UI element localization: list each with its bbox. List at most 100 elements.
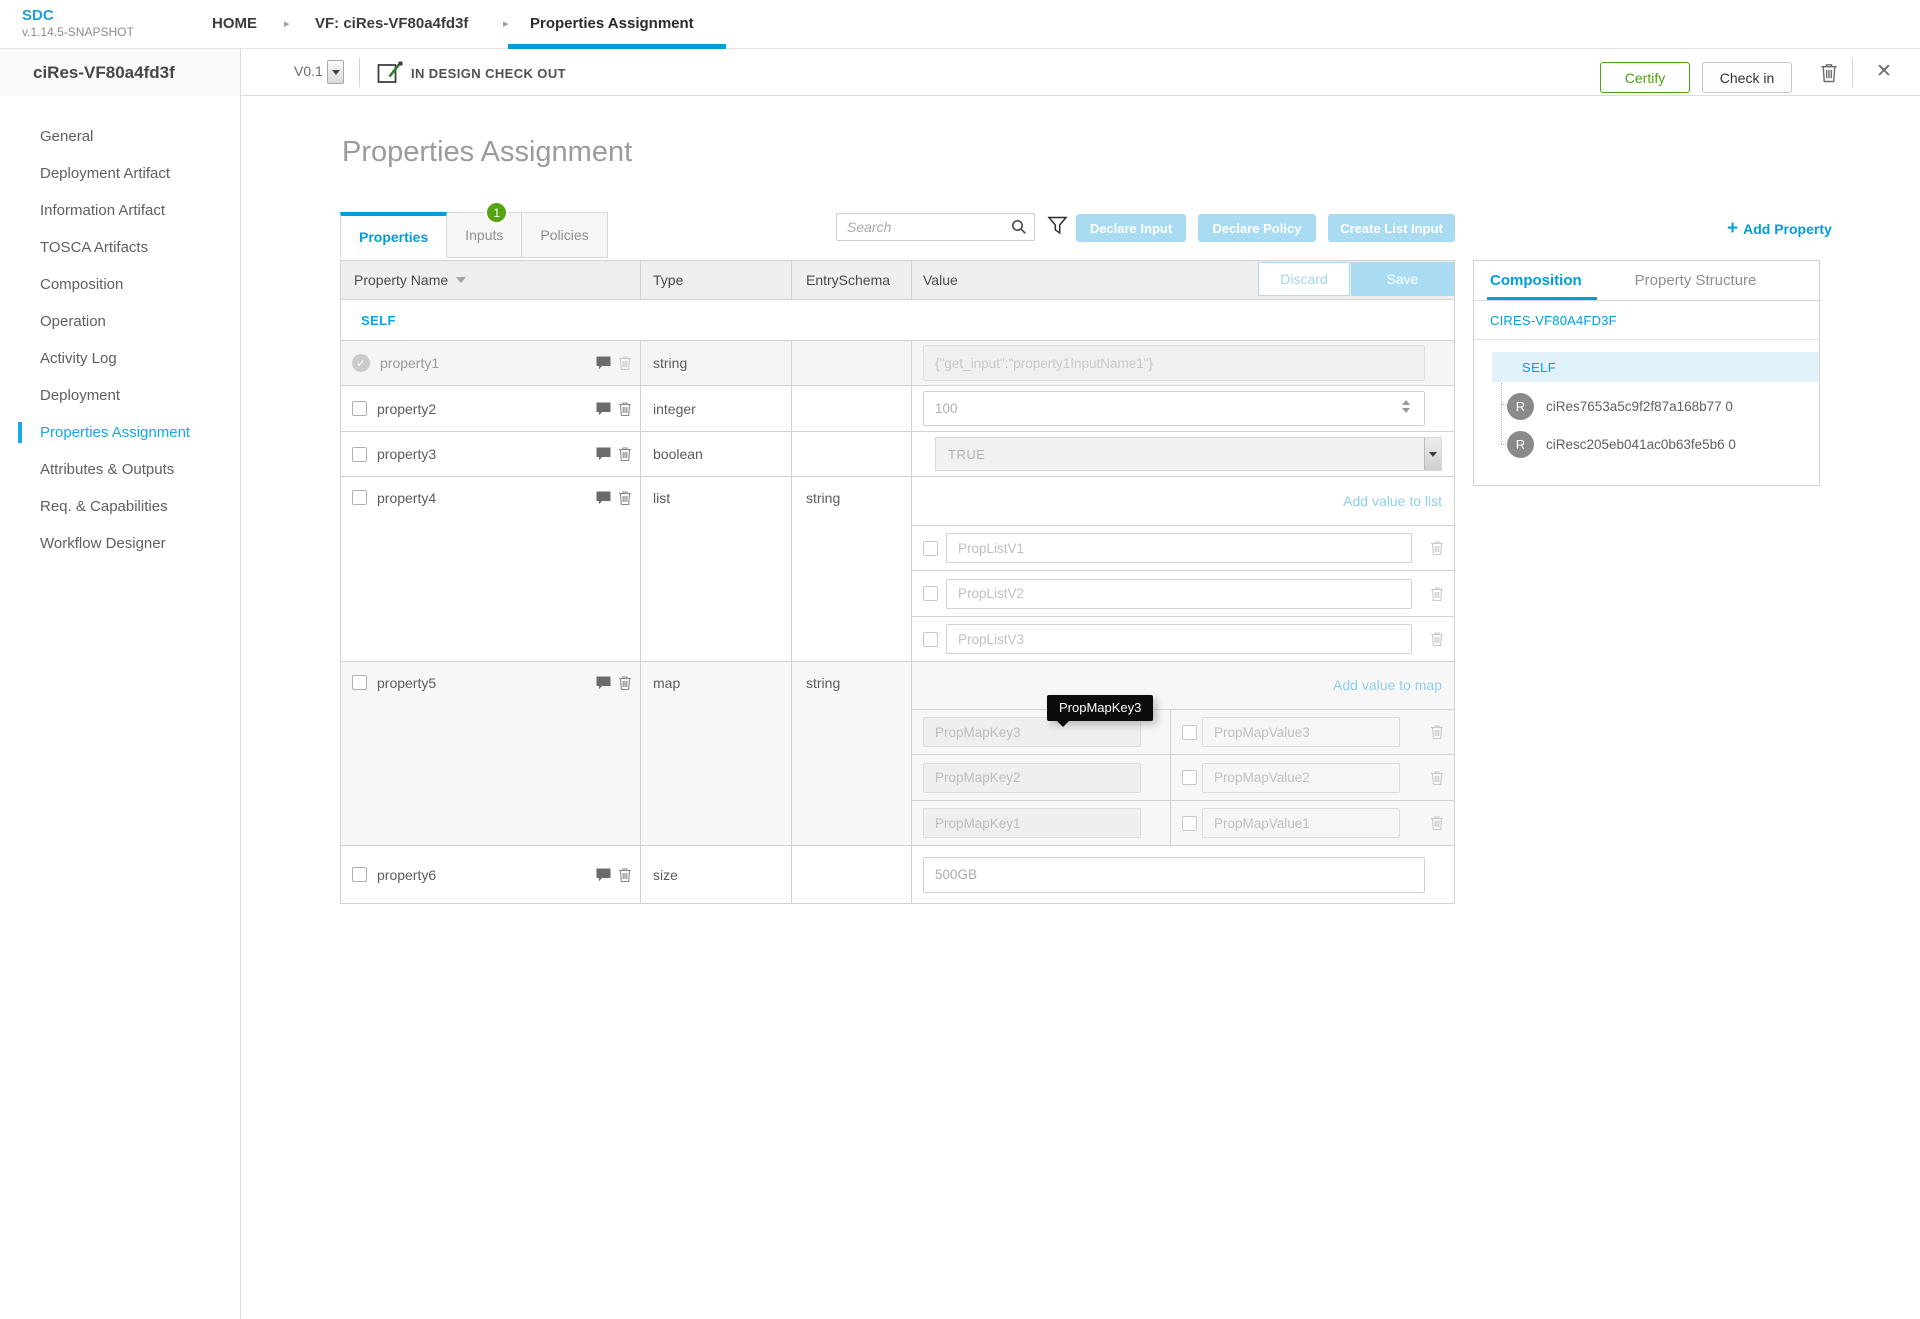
map-key-input[interactable]	[923, 717, 1141, 747]
sidebar-item-activity-log[interactable]: Activity Log	[0, 340, 240, 377]
save-button[interactable]: Save	[1351, 262, 1454, 296]
comment-icon[interactable]	[596, 491, 611, 505]
composition-panel: Composition Property Structure CIRES-VF8…	[1473, 260, 1820, 486]
sidebar-item-workflow-designer[interactable]: Workflow Designer	[0, 525, 240, 562]
self-group-row: SELF	[341, 299, 1454, 340]
sidebar-item-req-capabilities[interactable]: Req. & Capabilities	[0, 488, 240, 525]
entity-header: ciRes-VF80a4fd3f	[0, 49, 241, 96]
list-item-input[interactable]	[946, 533, 1412, 563]
tab-property-structure[interactable]: Property Structure	[1635, 272, 1757, 289]
row-checkbox[interactable]	[352, 675, 367, 690]
delete-property-icon[interactable]	[618, 401, 632, 417]
table-row-property6: property6 size	[341, 845, 1454, 903]
tree-item-instance[interactable]: R ciResc205eb041ac0b63fe5b6 0	[1507, 431, 1819, 458]
tab-composition[interactable]: Composition	[1490, 272, 1582, 289]
list-item-input[interactable]	[946, 624, 1412, 654]
delete-list-item-icon[interactable]	[1430, 586, 1444, 602]
delete-property-icon[interactable]	[618, 355, 632, 371]
main-content: Properties Assignment Properties Inputs …	[241, 96, 1920, 1319]
sidebar-item-deployment-artifact[interactable]: Deployment Artifact	[0, 155, 240, 192]
add-property-button[interactable]: + Add Property	[1727, 218, 1832, 240]
tree-item-instance[interactable]: R ciRes7653a5c9f2f87a168b77 0	[1507, 393, 1819, 420]
list-item-row	[912, 570, 1454, 616]
declare-input-button[interactable]: Declare Input	[1076, 214, 1186, 242]
row-checkbox[interactable]	[352, 490, 367, 505]
checkout-pencil-icon	[377, 60, 404, 90]
breadcrumb-vf[interactable]: VF: ciRes-VF80a4fd3f	[315, 15, 468, 32]
divider	[1852, 58, 1853, 87]
delete-property-icon[interactable]	[618, 867, 632, 883]
breadcrumb-home[interactable]: HOME	[212, 15, 257, 32]
column-header-entry-schema: EntrySchema	[792, 261, 912, 299]
tab-inputs[interactable]: Inputs 1	[447, 212, 522, 258]
property6-value-input[interactable]	[923, 857, 1425, 893]
list-item-checkbox[interactable]	[923, 541, 938, 556]
tree-item-self[interactable]: SELF	[1492, 352, 1819, 382]
properties-table: Property Name Type EntrySchema Value Dis…	[340, 260, 1455, 904]
check-in-button[interactable]: Check in	[1702, 62, 1792, 93]
search-icon[interactable]	[1011, 219, 1027, 240]
sidebar-item-attributes-outputs[interactable]: Attributes & Outputs	[0, 451, 240, 488]
filter-icon[interactable]	[1047, 216, 1068, 241]
delete-map-entry-icon[interactable]	[1430, 770, 1444, 786]
delete-property-icon[interactable]	[618, 490, 632, 506]
comment-icon[interactable]	[596, 356, 611, 370]
sidebar-item-deployment[interactable]: Deployment	[0, 377, 240, 414]
row-checkbox[interactable]	[352, 867, 367, 882]
map-entry-checkbox[interactable]	[1182, 725, 1197, 740]
version-dropdown[interactable]	[327, 60, 344, 84]
sidebar-item-properties-assignment[interactable]: Properties Assignment	[0, 414, 240, 451]
row-checkbox[interactable]	[352, 447, 367, 462]
map-entry-checkbox[interactable]	[1182, 816, 1197, 831]
delete-property-icon[interactable]	[618, 446, 632, 462]
add-value-to-list-link[interactable]: Add value to list	[1343, 493, 1442, 509]
composition-tree: SELF R ciRes7653a5c9f2f87a168b77 0 R ciR…	[1474, 340, 1819, 486]
delete-property-icon[interactable]	[618, 675, 632, 691]
active-indicator-bar	[18, 422, 22, 443]
sidebar-item-composition[interactable]: Composition	[0, 266, 240, 303]
list-item-input[interactable]	[946, 579, 1412, 609]
comment-icon[interactable]	[596, 676, 611, 690]
comment-icon[interactable]	[596, 447, 611, 461]
discard-button[interactable]: Discard	[1258, 262, 1350, 296]
number-spinner-icon[interactable]	[1402, 400, 1410, 413]
close-icon[interactable]: ✕	[1876, 60, 1892, 83]
map-key-input[interactable]	[923, 808, 1141, 838]
tab-properties[interactable]: Properties	[340, 212, 447, 258]
search-input[interactable]	[837, 214, 1007, 240]
sidebar-item-information-artifact[interactable]: Information Artifact	[0, 192, 240, 229]
property2-value-input[interactable]	[923, 391, 1425, 426]
delete-list-item-icon[interactable]	[1430, 631, 1444, 647]
table-row-property5: property5 map string PropMapKey3	[341, 661, 1454, 845]
declare-policy-button[interactable]: Declare Policy	[1198, 214, 1316, 242]
map-value-input[interactable]	[1202, 717, 1400, 747]
row-checkbox[interactable]	[352, 401, 367, 416]
map-value-input[interactable]	[1202, 808, 1400, 838]
list-item-checkbox[interactable]	[923, 632, 938, 647]
left-sidebar: General Deployment Artifact Information …	[0, 96, 241, 1319]
breadcrumb-properties-assignment[interactable]: Properties Assignment	[530, 15, 694, 32]
sort-caret-icon[interactable]	[456, 277, 466, 283]
delete-icon[interactable]	[1820, 62, 1838, 88]
delete-list-item-icon[interactable]	[1430, 540, 1444, 556]
self-group-link[interactable]: SELF	[361, 313, 396, 328]
map-key-input[interactable]	[923, 763, 1141, 793]
map-entry-checkbox[interactable]	[1182, 770, 1197, 785]
table-row-property4: property4 list string Add value to list	[341, 476, 1454, 661]
create-list-input-button[interactable]: Create List Input	[1328, 214, 1455, 242]
certify-button[interactable]: Certify	[1600, 62, 1690, 93]
delete-map-entry-icon[interactable]	[1430, 815, 1444, 831]
sidebar-item-tosca-artifacts[interactable]: TOSCA Artifacts	[0, 229, 240, 266]
list-item-row	[912, 616, 1454, 661]
delete-map-entry-icon[interactable]	[1430, 724, 1444, 740]
map-value-input[interactable]	[1202, 763, 1400, 793]
add-value-to-map-link[interactable]: Add value to map	[1333, 677, 1442, 693]
comment-icon[interactable]	[596, 868, 611, 882]
sidebar-item-general[interactable]: General	[0, 118, 240, 155]
property-type: boolean	[653, 446, 703, 462]
list-item-checkbox[interactable]	[923, 586, 938, 601]
property3-value-select[interactable]: TRUE	[935, 437, 1442, 471]
comment-icon[interactable]	[596, 402, 611, 416]
tab-policies[interactable]: Policies	[522, 212, 607, 258]
sidebar-item-operation[interactable]: Operation	[0, 303, 240, 340]
